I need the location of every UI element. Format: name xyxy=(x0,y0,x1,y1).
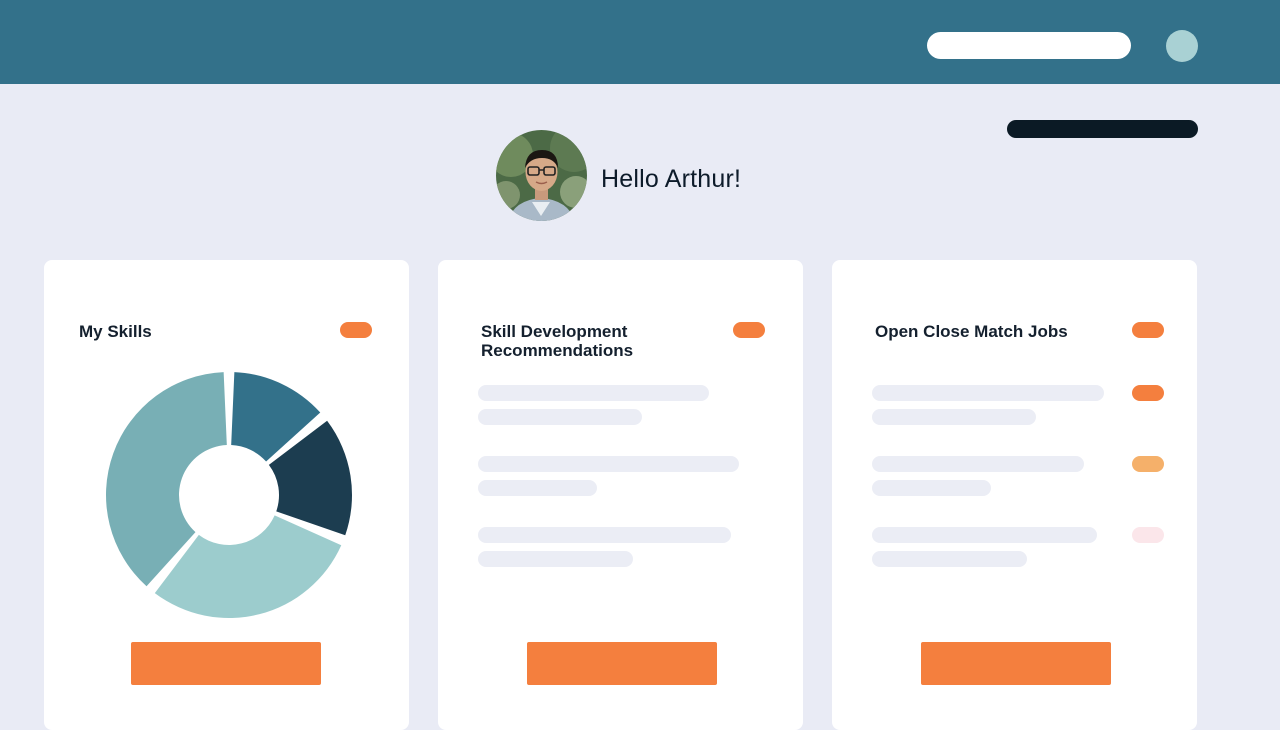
list-item-placeholder xyxy=(872,385,1104,401)
card-badge[interactable] xyxy=(340,322,372,338)
skills-donut-chart xyxy=(106,372,352,618)
list-item-placeholder xyxy=(872,480,991,496)
card-title-line: Recommendations xyxy=(481,341,634,360)
list-item-placeholder xyxy=(478,527,731,543)
list-item-placeholder xyxy=(478,480,597,496)
greeting-heading: Hello Arthur! xyxy=(601,165,742,193)
match-jobs-card: Open Close Match Jobs xyxy=(832,260,1197,730)
list-item-placeholder xyxy=(872,409,1036,425)
list-item-placeholder xyxy=(872,551,1027,567)
view-skills-button[interactable] xyxy=(131,642,321,685)
view-recommendations-button[interactable] xyxy=(527,642,717,685)
user-photo-icon xyxy=(496,130,587,221)
list-item-placeholder xyxy=(872,527,1097,543)
card-badge[interactable] xyxy=(733,322,765,338)
avatar xyxy=(496,130,587,221)
card-title: Open Close Match Jobs xyxy=(875,322,1068,341)
match-indicator xyxy=(1132,385,1164,401)
card-title: Skill Development Recommendations xyxy=(481,322,633,360)
profile-menu-button[interactable] xyxy=(1166,30,1198,62)
list-item-placeholder xyxy=(478,409,642,425)
view-jobs-button[interactable] xyxy=(921,642,1111,685)
my-skills-card: My Skills xyxy=(44,260,409,730)
card-title: My Skills xyxy=(79,322,152,341)
list-item-placeholder xyxy=(478,551,633,567)
match-indicator xyxy=(1132,527,1164,543)
search-input[interactable] xyxy=(927,32,1131,59)
card-title-line: Skill Development xyxy=(481,322,628,341)
list-item-placeholder xyxy=(478,385,709,401)
skill-development-card: Skill Development Recommendations xyxy=(438,260,803,730)
top-header-bar xyxy=(0,0,1280,84)
card-badge[interactable] xyxy=(1132,322,1164,338)
match-indicator xyxy=(1132,456,1164,472)
list-item-placeholder xyxy=(478,456,739,472)
header-action-bar[interactable] xyxy=(1007,120,1198,138)
list-item-placeholder xyxy=(872,456,1084,472)
